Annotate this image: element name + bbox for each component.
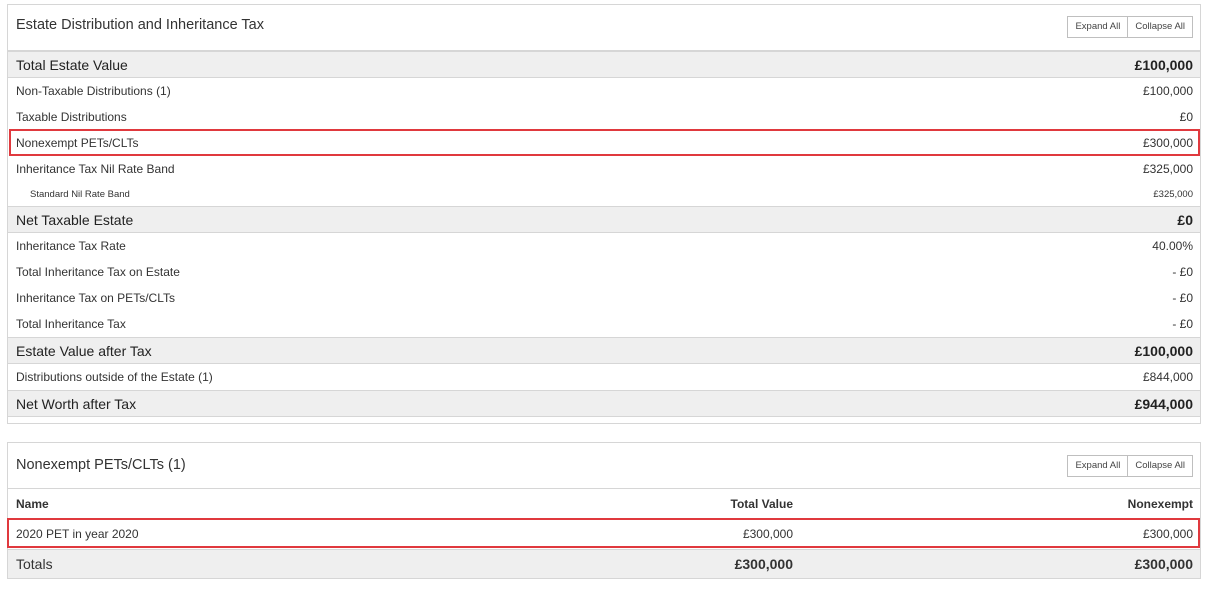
row-nonexempt-pets-clts: Nonexempt PETs/CLTs £300,000 [8, 130, 1200, 156]
cell-name: 2020 PET in year 2020 [16, 527, 139, 541]
panel-header: Nonexempt PETs/CLTs (1) Expand All Colla… [8, 443, 1200, 489]
nonexempt-pets-clts-panel: Nonexempt PETs/CLTs (1) Expand All Colla… [7, 442, 1201, 579]
summary-row-estate-value-after-tax: Estate Value after Tax £100,000 [8, 337, 1200, 364]
row-distributions-outside-estate[interactable]: Distributions outside of the Estate (1) … [8, 364, 1200, 390]
row-non-taxable-distributions[interactable]: Non-Taxable Distributions (1) £100,000 [8, 78, 1200, 104]
row-label: Total Inheritance Tax on Estate [16, 265, 180, 279]
row-label: Nonexempt PETs/CLTs [16, 136, 139, 150]
totals-label: Totals [16, 556, 53, 572]
table-row: 2020 PET in year 2020 £300,000 £300,000 [8, 519, 1200, 549]
row-label: Net Worth after Tax [16, 395, 137, 412]
row-value: £0 [1179, 110, 1193, 124]
row-label: Non-Taxable Distributions (1) [16, 84, 171, 98]
row-value: £100,000 [1142, 84, 1193, 98]
row-inheritance-tax-rate: Inheritance Tax Rate 40.00% [8, 233, 1200, 259]
row-value: - £0 [1172, 317, 1193, 331]
table-totals-row: Totals £300,000 £300,000 [8, 549, 1200, 579]
row-value: £300,000 [1142, 136, 1193, 150]
column-header-total-value: Total Value [730, 497, 793, 511]
row-label: Inheritance Tax Rate [16, 239, 126, 253]
row-label: Total Estate Value [16, 56, 128, 73]
row-value: - £0 [1172, 265, 1193, 279]
column-header-nonexempt: Nonexempt [1127, 497, 1193, 511]
expand-collapse-group: Expand All Collapse All [1067, 16, 1193, 38]
summary-row-net-taxable-estate: Net Taxable Estate £0 [8, 206, 1200, 233]
estate-distribution-panel: Estate Distribution and Inheritance Tax … [7, 4, 1201, 424]
row-label: Inheritance Tax on PETs/CLTs [16, 291, 175, 305]
row-label: Estate Value after Tax [16, 342, 152, 359]
totals-nonexempt: £300,000 [1134, 556, 1193, 572]
cell-nonexempt: £300,000 [1142, 527, 1193, 541]
row-value: £325,000 [1153, 188, 1193, 200]
panel-header: Estate Distribution and Inheritance Tax … [8, 5, 1200, 51]
panel-title: Estate Distribution and Inheritance Tax [16, 17, 264, 33]
row-value: 40.00% [1152, 239, 1193, 253]
row-label: Taxable Distributions [16, 110, 127, 124]
collapse-all-button[interactable]: Collapse All [1128, 455, 1193, 477]
row-label: Distributions outside of the Estate (1) [16, 370, 213, 384]
expand-all-button[interactable]: Expand All [1067, 16, 1129, 38]
totals-total-value: £300,000 [734, 556, 793, 572]
row-value: £100,000 [1134, 56, 1193, 73]
row-label: Total Inheritance Tax [16, 317, 126, 331]
row-label: Standard Nil Rate Band [30, 188, 130, 200]
row-iht-on-pets-clts: Inheritance Tax on PETs/CLTs - £0 [8, 285, 1200, 311]
row-nil-rate-band: Inheritance Tax Nil Rate Band £325,000 [8, 156, 1200, 182]
expand-all-button[interactable]: Expand All [1067, 455, 1129, 477]
summary-row-total-estate-value: Total Estate Value £100,000 [8, 51, 1200, 78]
row-label: Inheritance Tax Nil Rate Band [16, 162, 175, 176]
row-total-inheritance-tax: Total Inheritance Tax - £0 [8, 311, 1200, 337]
row-label: Net Taxable Estate [16, 211, 134, 228]
row-standard-nil-rate-band: Standard Nil Rate Band £325,000 [8, 182, 1200, 206]
row-value: - £0 [1172, 291, 1193, 305]
row-value: £100,000 [1134, 342, 1193, 359]
panel-title: Nonexempt PETs/CLTs (1) [16, 457, 186, 473]
collapse-all-button[interactable]: Collapse All [1128, 16, 1193, 38]
row-value: £325,000 [1142, 162, 1193, 176]
summary-row-net-worth-after-tax: Net Worth after Tax £944,000 [8, 390, 1200, 417]
table-header-row: Name Total Value Nonexempt [8, 489, 1200, 519]
row-taxable-distributions: Taxable Distributions £0 [8, 104, 1200, 130]
row-value: £944,000 [1134, 395, 1193, 412]
cell-total-value: £300,000 [742, 527, 793, 541]
column-header-name: Name [16, 497, 49, 511]
row-value: £0 [1177, 211, 1193, 228]
row-value: £844,000 [1142, 370, 1193, 384]
row-total-iht-on-estate: Total Inheritance Tax on Estate - £0 [8, 259, 1200, 285]
expand-collapse-group: Expand All Collapse All [1067, 455, 1193, 477]
